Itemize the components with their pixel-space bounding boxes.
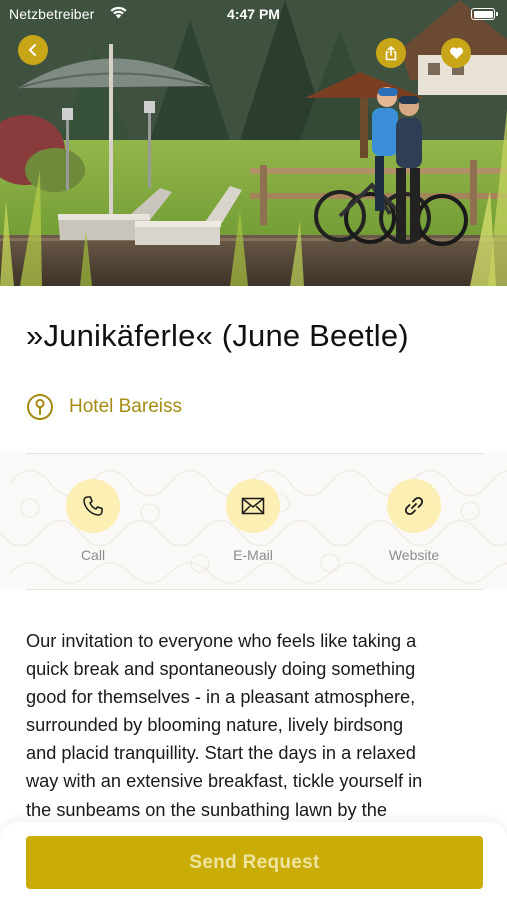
location-name: Hotel Bareiss xyxy=(69,396,182,417)
email-icon-circle xyxy=(226,479,280,533)
chevron-left-icon xyxy=(29,44,36,56)
favorite-button[interactable] xyxy=(441,38,471,68)
send-request-button[interactable]: Send Request xyxy=(26,836,483,889)
hero-image: Netzbetreiber 4:47 PM xyxy=(0,0,507,286)
website-button[interactable]: Website xyxy=(369,479,459,563)
location-pin-icon xyxy=(27,394,53,420)
status-bar: Netzbetreiber 4:47 PM xyxy=(0,0,507,28)
description-line: and placid tranquillity. Start the days … xyxy=(26,743,416,764)
share-button[interactable] xyxy=(376,38,406,68)
call-button[interactable]: Call xyxy=(48,479,138,563)
page-title: »Junikäferle« (June Beetle) xyxy=(26,318,409,353)
battery-icon xyxy=(471,8,498,20)
description-line: the sunbeams on the sunbathing lawn by t… xyxy=(26,799,387,820)
email-button[interactable]: E-Mail xyxy=(208,479,298,563)
phone-icon xyxy=(83,496,103,516)
description-line: surrounded by blooming nature, lively bi… xyxy=(26,715,404,736)
heart-icon xyxy=(449,47,463,59)
share-icon xyxy=(385,45,397,60)
location-link[interactable]: Hotel Bareiss xyxy=(26,393,182,421)
divider xyxy=(26,453,483,454)
link-icon xyxy=(404,496,424,516)
back-button[interactable] xyxy=(18,35,48,65)
description-line: way with an extensive breakfast, tickle … xyxy=(26,771,423,792)
mail-icon xyxy=(241,497,265,515)
clock: 4:47 PM xyxy=(227,6,280,22)
website-label: Website xyxy=(388,547,440,563)
website-icon-circle xyxy=(387,479,441,533)
email-label: E-Mail xyxy=(233,547,273,563)
description-line: good for themselves - in a pleasant atmo… xyxy=(26,687,416,708)
description-line: Our invitation to everyone who feels lik… xyxy=(26,631,417,651)
divider xyxy=(26,589,483,590)
call-icon-circle xyxy=(66,479,120,533)
call-label: Call xyxy=(80,547,106,563)
hero-photo xyxy=(0,0,507,286)
offer-description: Our invitation to everyone who feels lik… xyxy=(26,627,486,824)
description-line: quick break and spontaneously doing some… xyxy=(26,659,416,680)
